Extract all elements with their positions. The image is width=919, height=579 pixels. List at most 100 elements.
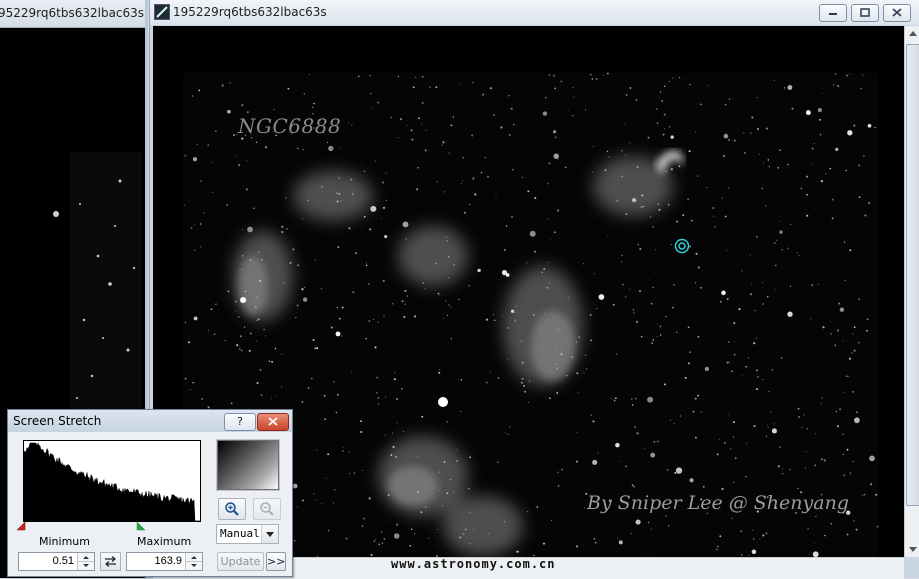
star: [215, 130, 217, 133]
star: [650, 452, 656, 458]
screen-stretch-dialog[interactable]: Screen Stretch ? Manual Minimum Maximum …: [7, 409, 293, 577]
star: [417, 456, 419, 458]
star: [381, 217, 383, 219]
dialog-titlebar[interactable]: Screen Stretch ?: [8, 410, 292, 432]
star: [441, 144, 443, 146]
star: [593, 273, 595, 275]
star: [208, 330, 210, 332]
maximum-value[interactable]: 163.9: [154, 555, 182, 567]
star: [765, 435, 768, 437]
star: [497, 461, 499, 463]
close-window-button[interactable]: [883, 4, 911, 22]
star: [282, 282, 285, 284]
star: [421, 75, 424, 78]
star: [520, 381, 523, 384]
star: [553, 74, 555, 77]
star: [868, 201, 871, 204]
star: [875, 493, 878, 496]
star: [529, 230, 536, 237]
star: [246, 111, 249, 114]
star: [199, 223, 202, 225]
spinner-arrows-icon: [78, 556, 94, 567]
star: [557, 485, 560, 487]
star: [384, 235, 388, 239]
minimum-value[interactable]: 0.51: [53, 555, 74, 567]
more-options-button[interactable]: >>: [266, 552, 286, 571]
star: [410, 528, 413, 531]
vertical-scrollbar[interactable]: [904, 26, 919, 557]
star: [573, 96, 575, 98]
star: [775, 264, 777, 267]
star: [340, 200, 342, 202]
star: [721, 290, 726, 296]
maximum-label: Maximum: [137, 535, 192, 548]
star: [813, 543, 815, 544]
star: [263, 328, 265, 331]
star: [520, 340, 522, 342]
star: [780, 356, 783, 359]
main-window-titlebar[interactable]: 195229rq6tbs632lbac63s: [150, 0, 919, 25]
star: [656, 335, 658, 337]
star: [634, 426, 636, 428]
swap-min-max-button[interactable]: [100, 552, 121, 571]
maximum-spinner[interactable]: [185, 553, 202, 570]
minimum-slider-handle[interactable]: [17, 522, 27, 531]
star: [751, 116, 754, 119]
maximum-input[interactable]: 163.9: [126, 552, 203, 571]
star: [803, 414, 805, 416]
dialog-close-button[interactable]: [257, 413, 289, 431]
star: [192, 157, 198, 162]
star: [369, 74, 372, 77]
maximum-slider-handle[interactable]: [136, 522, 146, 531]
update-button[interactable]: Update: [217, 552, 264, 571]
star: [749, 254, 751, 256]
star: [731, 370, 733, 373]
histogram[interactable]: [23, 440, 201, 522]
zoom-out-button[interactable]: [253, 498, 281, 520]
star: [818, 118, 821, 121]
star: [446, 492, 449, 495]
star: [674, 471, 677, 474]
stretch-mode-select[interactable]: Manual: [216, 524, 279, 544]
main-window-title: 195229rq6tbs632lbac63s: [173, 5, 327, 19]
star: [285, 197, 287, 199]
star: [836, 425, 840, 428]
left-window-titlebar[interactable]: 95229rq6tbs632lbac63s: [0, 0, 145, 28]
star: [254, 306, 257, 309]
star: [843, 474, 846, 477]
star: [673, 423, 675, 425]
scroll-down-icon[interactable]: [905, 541, 919, 557]
star: [368, 320, 370, 322]
star: [723, 133, 729, 139]
star: [382, 206, 386, 209]
star: [315, 499, 317, 501]
star: [659, 334, 662, 336]
help-button[interactable]: ?: [224, 413, 256, 431]
zoom-in-button[interactable]: [218, 498, 246, 520]
star: [370, 553, 373, 556]
star: [779, 230, 783, 234]
star: [819, 133, 822, 136]
target-marker-icon[interactable]: [674, 238, 690, 254]
vertical-scroll-thumb[interactable]: [906, 44, 919, 506]
star: [557, 471, 559, 474]
dropdown-arrow[interactable]: [261, 525, 278, 543]
restore-button[interactable]: [851, 4, 879, 22]
star: [521, 361, 524, 364]
star: [578, 336, 581, 338]
star: [865, 329, 868, 332]
star: [193, 316, 198, 321]
minimum-spinner[interactable]: [77, 553, 94, 570]
star: [381, 542, 384, 544]
minimum-input[interactable]: 0.51: [18, 552, 95, 571]
minimize-button[interactable]: [819, 4, 847, 22]
star: [787, 311, 793, 317]
star: [861, 74, 864, 76]
scroll-up-icon[interactable]: [905, 26, 919, 42]
star: [335, 411, 337, 414]
star: [728, 341, 730, 343]
star: [590, 339, 593, 342]
star: [361, 470, 363, 471]
star: [259, 279, 262, 283]
star: [515, 305, 517, 307]
